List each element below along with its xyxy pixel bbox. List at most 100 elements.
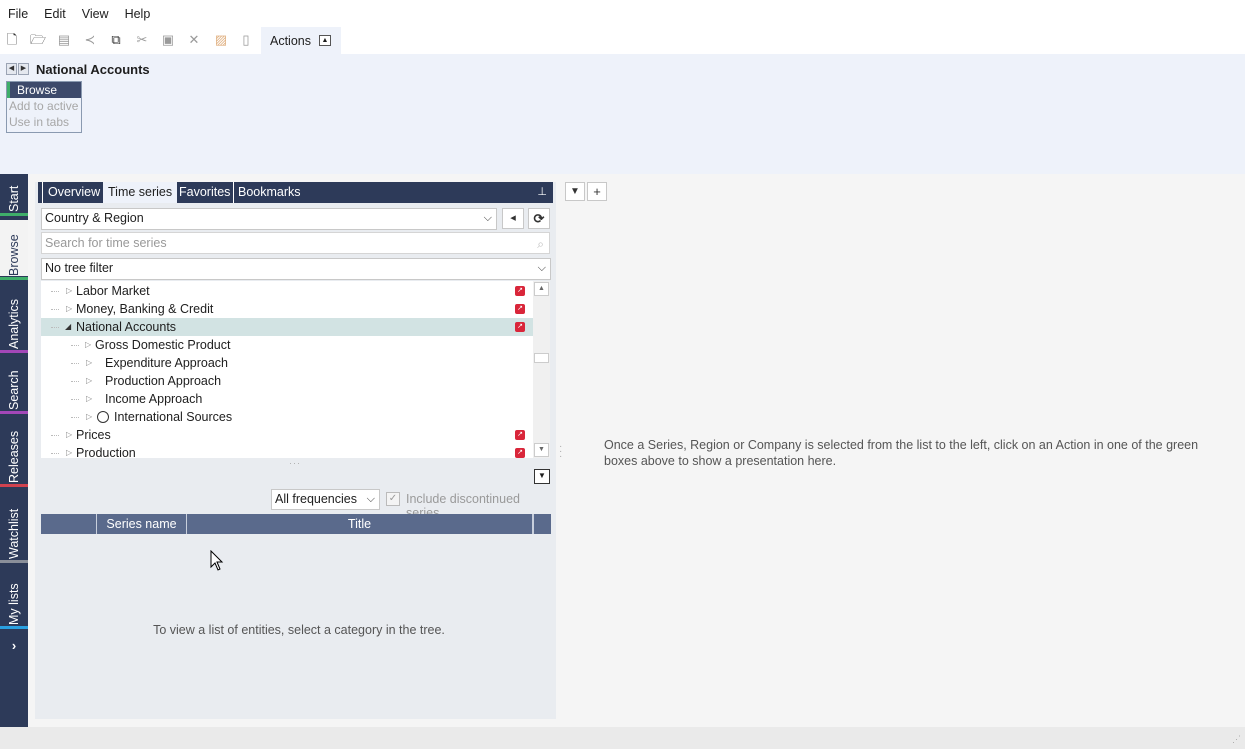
expand-arrow-icon[interactable]: ▷ (66, 300, 72, 318)
dropdown-arrow-icon[interactable]: ▼ (565, 182, 585, 201)
back-arrow-icon[interactable]: ◀ (6, 63, 17, 75)
column-header-settings[interactable] (533, 514, 551, 534)
collapse-arrow-icon[interactable]: ◢ (65, 318, 71, 336)
side-tab-search[interactable]: Search (0, 357, 28, 414)
column-header-title[interactable]: Title (187, 514, 533, 534)
splitter-handle[interactable]: · · · (559, 442, 562, 462)
tab-overview[interactable]: Overview (42, 182, 100, 203)
actions-tab[interactable]: Actions ▲ (261, 27, 341, 54)
tree-node[interactable]: ◢ National Accounts ↗ (41, 318, 533, 336)
menu-edit[interactable]: Edit (44, 7, 66, 21)
expand-arrow-icon[interactable]: ▷ (86, 372, 92, 390)
tree-scrollbar[interactable]: ▲ ▼ (533, 281, 550, 458)
resize-grip-icon[interactable]: ··· (289, 458, 301, 468)
use-in-tabs-action[interactable]: Use in tabs (7, 114, 81, 130)
menu-help[interactable]: Help (125, 7, 151, 21)
external-link-icon[interactable]: ↗ (515, 322, 525, 332)
clipboard-icon[interactable]: ▯ (238, 32, 254, 48)
expand-arrow-icon[interactable]: ▷ (86, 354, 92, 372)
forward-arrow-icon[interactable]: ▶ (18, 63, 29, 75)
side-tab-label: Browse (7, 234, 21, 276)
column-header-blank[interactable] (41, 514, 97, 534)
new-document-icon[interactable]: 🗋 (4, 32, 20, 48)
tab-stripe (0, 484, 28, 487)
panel-tab-strip: Overview Time series Favorites Bookmarks… (38, 182, 553, 203)
tab-stripe (0, 350, 28, 353)
share-icon[interactable]: ≺ (82, 32, 98, 48)
tab-time-series[interactable]: Time series (103, 182, 178, 203)
page-title: National Accounts (36, 62, 150, 77)
tree-node[interactable]: ▷ Prices ↗ (41, 426, 533, 444)
scroll-up-icon[interactable]: ▲ (534, 282, 549, 296)
root-dropdown[interactable]: Country & Region ⌵ (41, 208, 497, 230)
tab-bookmarks[interactable]: Bookmarks (233, 182, 301, 203)
cut-icon[interactable]: ✂ (134, 32, 150, 48)
side-tab-analytics[interactable]: Analytics (0, 284, 28, 353)
expand-chevron-icon[interactable]: › (0, 638, 28, 658)
refresh-icon[interactable]: ⟳ (528, 208, 550, 229)
side-tab-watchlist[interactable]: Watchlist (0, 491, 28, 563)
delete-icon[interactable]: ✕ (186, 32, 202, 48)
tree-line (51, 327, 59, 328)
expand-arrow-icon[interactable]: ▷ (86, 408, 92, 426)
filter-icon[interactable]: ▼ (534, 469, 550, 484)
menu-file[interactable]: File (8, 7, 28, 21)
tree-filter-value: No tree filter (45, 261, 114, 275)
tree-node[interactable]: ▷ Money, Banking & Credit ↗ (41, 300, 533, 318)
scroll-down-icon[interactable]: ▼ (534, 443, 549, 457)
tree-node-label: Prices (76, 428, 111, 442)
side-tab-releases[interactable]: Releases (0, 418, 28, 487)
expand-arrow-icon[interactable]: ▷ (66, 444, 72, 458)
paste-icon[interactable]: ▣ (160, 32, 176, 48)
browse-action-header[interactable]: Browse (7, 82, 81, 98)
collapse-up-icon[interactable]: ▲ (319, 35, 331, 46)
include-discontinued-checkbox[interactable]: ✓ (386, 492, 400, 506)
side-tab-my-lists[interactable]: My lists (0, 567, 28, 629)
tree-node-label: National Accounts (76, 320, 177, 334)
presentation-hint: Once a Series, Region or Company is sele… (604, 438, 1199, 468)
save-icon[interactable]: ▤ (56, 32, 72, 48)
tab-favorites[interactable]: Favorites (178, 182, 230, 203)
expand-arrow-icon[interactable]: ▷ (66, 426, 72, 444)
back-button[interactable]: ◂ (502, 208, 524, 229)
add-tab-icon[interactable]: + (587, 182, 607, 201)
window-resize-icon[interactable]: ⋰ (1232, 734, 1241, 745)
empty-list-message: To view a list of entities, select a cat… (153, 623, 445, 637)
expand-arrow-icon[interactable]: ▷ (86, 390, 92, 408)
external-link-icon[interactable]: ↗ (515, 448, 525, 458)
side-tab-start[interactable]: Start (0, 174, 28, 216)
frequency-value: All frequencies (275, 492, 357, 506)
add-to-active-action[interactable]: Add to active (7, 98, 81, 114)
expand-arrow-icon[interactable]: ▷ (85, 336, 91, 354)
tree-line (51, 435, 59, 436)
chevron-down-icon: ⌵ (537, 262, 546, 274)
open-folder-icon[interactable]: 🗁 (30, 32, 46, 48)
side-tab-label: Analytics (7, 298, 21, 349)
search-input[interactable]: Search for time series ⌕ (41, 232, 550, 254)
column-header-series-name[interactable]: Series name (97, 514, 187, 534)
frequency-dropdown[interactable]: All frequencies ⌵ (271, 489, 380, 510)
tree-node[interactable]: ▷ Income Approach (41, 390, 533, 408)
copy-icon[interactable]: ⧉ (108, 32, 124, 48)
tree-node[interactable]: ▷ International Sources (41, 408, 533, 426)
nav-arrows: ◀ ▶ (6, 63, 30, 75)
side-tab-browse[interactable]: Browse (0, 220, 28, 280)
external-link-icon[interactable]: ↗ (515, 286, 525, 296)
tree-node[interactable]: ▷ Production ↗ (41, 444, 533, 458)
highlight-icon[interactable]: ▨ (213, 32, 229, 48)
scroll-thumb[interactable] (534, 353, 549, 363)
menu-view[interactable]: View (82, 7, 109, 21)
tree-node[interactable]: ▷ Gross Domestic Product (41, 336, 533, 354)
tree-node[interactable]: ▷ Expenditure Approach (41, 354, 533, 372)
globe-icon (97, 411, 109, 423)
tree-node[interactable]: ▷ Production Approach (41, 372, 533, 390)
expand-arrow-icon[interactable]: ▷ (66, 282, 72, 300)
pin-icon[interactable]: ⊥ (537, 185, 547, 198)
external-link-icon[interactable]: ↗ (515, 304, 525, 314)
side-tab-label: My lists (7, 583, 21, 625)
external-link-icon[interactable]: ↗ (515, 430, 525, 440)
tree-node[interactable]: ▷ Labor Market ↗ (41, 282, 533, 300)
action-pane (0, 54, 1245, 174)
tree-filter-dropdown[interactable]: No tree filter ⌵ (41, 258, 551, 280)
browse-action-box: Browse Add to active Use in tabs (6, 81, 82, 133)
